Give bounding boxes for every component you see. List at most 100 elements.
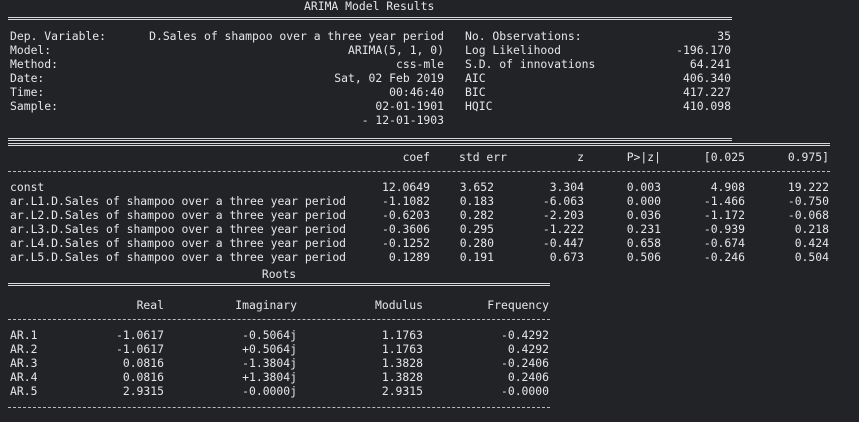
info-value: 64.241: [689, 57, 731, 71]
root-modulus: 1.1763: [381, 328, 423, 342]
coef-header: [0.025: [703, 150, 745, 164]
p-value: 0.036: [626, 208, 661, 222]
root-frequency: 0.2406: [507, 370, 549, 384]
std-err-value: 0.191: [459, 250, 494, 264]
coef-value: 0.1289: [388, 250, 430, 264]
ci-low-value: -1.466: [703, 194, 745, 208]
root-name: AR.4: [10, 370, 38, 384]
root-imaginary: -0.5064j: [242, 328, 297, 342]
ci-high-value: 0.424: [794, 236, 829, 250]
roots-header: Modulus: [374, 298, 423, 312]
rule-roots-header: [8, 319, 550, 320]
z-value: -0.447: [542, 236, 584, 250]
z-value: -2.203: [542, 208, 584, 222]
z-value: -6.063: [542, 194, 584, 208]
std-err-value: 0.280: [459, 236, 494, 250]
root-real: -1.0617: [115, 328, 164, 342]
rule-roots-top: [8, 283, 550, 286]
info-value: 410.098: [682, 99, 731, 113]
p-value: 0.506: [626, 250, 661, 264]
std-err-value: 0.295: [459, 222, 494, 236]
coef-value: -0.3606: [381, 222, 430, 236]
coef-value: -0.6203: [381, 208, 430, 222]
coef-row-name: ar.L5.D.Sales of shampoo over a three ye…: [10, 250, 347, 264]
info-label: No. Observations:: [465, 29, 582, 43]
coef-row-name: ar.L1.D.Sales of shampoo over a three ye…: [10, 194, 347, 208]
ci-high-value: -0.068: [787, 208, 829, 222]
rule-top: [8, 17, 732, 20]
root-real: 2.9315: [122, 384, 164, 398]
ci-low-value: -0.246: [703, 250, 745, 264]
ci-high-value: 19.222: [787, 180, 829, 194]
info-value: ARIMA(5, 1, 0): [347, 43, 444, 57]
coef-value: 12.0649: [381, 180, 430, 194]
std-err-value: 0.282: [459, 208, 494, 222]
root-name: AR.5: [10, 384, 38, 398]
roots-title: Roots: [261, 267, 297, 281]
info-value: 00:46:40: [389, 85, 444, 99]
root-real: -1.0617: [115, 342, 164, 356]
p-value: 0.231: [626, 222, 661, 236]
root-imaginary: +0.5064j: [242, 342, 297, 356]
rule-coef-header: [8, 171, 830, 172]
root-modulus: 1.3828: [381, 356, 423, 370]
ci-high-value: 0.504: [794, 250, 829, 264]
info-value: 02-01-1901: [375, 99, 444, 113]
root-frequency: -0.2406: [500, 356, 549, 370]
info-label: Time:: [10, 85, 45, 99]
coef-header: 0.975]: [787, 150, 829, 164]
root-modulus: 1.3828: [381, 370, 423, 384]
root-frequency: -0.4292: [500, 328, 549, 342]
info-label: HQIC: [465, 99, 493, 113]
info-label: Model:: [10, 43, 52, 57]
root-name: AR.2: [10, 342, 38, 356]
info-value: D.Sales of shampoo over a three year per…: [149, 29, 444, 43]
coef-value: -0.1252: [381, 236, 430, 250]
info-label: BIC: [465, 85, 486, 99]
info-label: AIC: [465, 71, 486, 85]
p-value: 0.003: [626, 180, 661, 194]
info-label: S.D. of innovations: [465, 57, 596, 71]
root-real: 0.0816: [122, 370, 164, 384]
ci-low-value: 4.908: [710, 180, 745, 194]
info-value: Sat, 02 Feb 2019: [334, 71, 444, 85]
info-value: -196.170: [676, 43, 731, 57]
root-modulus: 1.1763: [381, 342, 423, 356]
roots-header: Imaginary: [235, 298, 297, 312]
p-value: 0.000: [626, 194, 661, 208]
info-value: - 12-01-1903: [361, 113, 444, 127]
ci-low-value: -0.939: [703, 222, 745, 236]
z-value: -1.222: [542, 222, 584, 236]
root-frequency: -0.0000: [500, 384, 549, 398]
ci-low-value: -0.674: [703, 236, 745, 250]
coef-header: coef: [402, 150, 430, 164]
z-value: 3.304: [549, 180, 584, 194]
root-imaginary: +1.3804j: [242, 370, 297, 384]
arima-title: ARIMA Model Results: [304, 0, 435, 13]
ci-low-value: -1.172: [703, 208, 745, 222]
ci-high-value: -0.750: [787, 194, 829, 208]
info-label: Sample:: [10, 99, 59, 113]
coef-header: z: [577, 150, 584, 164]
info-label: Method:: [10, 57, 59, 71]
coef-row-name: const: [10, 180, 45, 194]
root-name: AR.3: [10, 356, 38, 370]
info-value: 35: [717, 29, 731, 43]
p-value: 0.658: [626, 236, 661, 250]
rule-info-bottom: [8, 138, 732, 141]
root-imaginary: -1.3804j: [242, 356, 297, 370]
rule-roots-bottom: [8, 407, 550, 408]
info-label: Dep. Variable:: [10, 29, 107, 43]
std-err-value: 3.652: [459, 180, 494, 194]
root-real: 0.0816: [122, 356, 164, 370]
coef-row-name: ar.L3.D.Sales of shampoo over a three ye…: [10, 222, 347, 236]
info-label: Log Likelihood: [465, 43, 562, 57]
coef-row-name: ar.L4.D.Sales of shampoo over a three ye…: [10, 236, 347, 250]
coef-row-name: ar.L2.D.Sales of shampoo over a three ye…: [10, 208, 347, 222]
coef-header: std err: [458, 150, 507, 164]
info-value: 406.340: [682, 71, 731, 85]
coef-value: -1.1082: [381, 194, 430, 208]
info-value: 417.227: [682, 85, 731, 99]
rule-coef-top: [8, 143, 830, 146]
roots-header: Real: [136, 298, 164, 312]
